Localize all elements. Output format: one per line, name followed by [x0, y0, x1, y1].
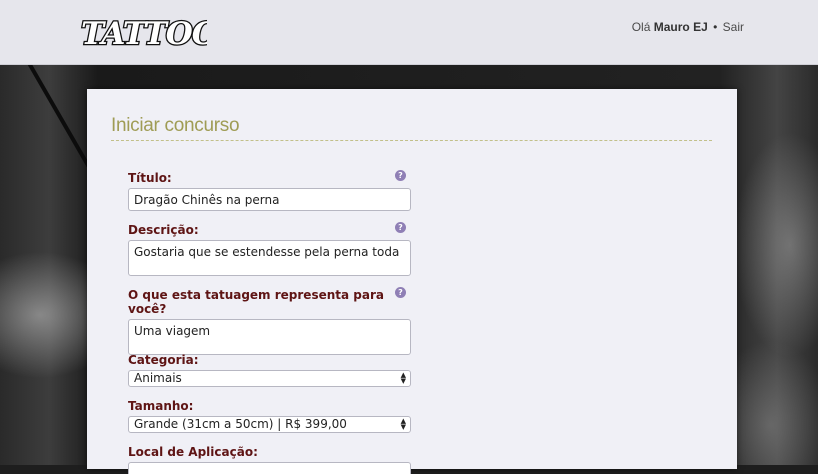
user-name[interactable]: Mauro EJ: [654, 20, 708, 34]
user-box: Olá Mauro EJ • Sair: [632, 20, 744, 34]
tamanho-select[interactable]: Grande (31cm a 50cm) | R$ 399,00 ▲ ▼: [128, 416, 411, 433]
svg-text:TATTOO: TATTOO: [81, 16, 207, 51]
logout-link[interactable]: Sair: [723, 20, 744, 34]
field-representa: O que esta tatuagem representa para você…: [128, 287, 411, 355]
categoria-selected-value: Animais: [134, 371, 182, 385]
top-bar: TATTOO Olá Mauro EJ • Sair: [0, 0, 818, 65]
categoria-select[interactable]: Animais ▲ ▼: [128, 370, 411, 387]
help-icon[interactable]: ?: [395, 222, 406, 233]
form-card: Iniciar concurso Título: ? Descrição: ? …: [87, 89, 737, 474]
field-descricao: Descrição: ? Gostaria que se estendesse …: [128, 222, 411, 276]
help-icon[interactable]: ?: [395, 170, 406, 181]
field-categoria: Categoria: Animais ▲ ▼: [128, 353, 411, 387]
tattoo-logo[interactable]: TATTOO: [79, 13, 207, 51]
descricao-label: Descrição:: [128, 223, 199, 237]
categoria-label: Categoria:: [128, 353, 199, 367]
tamanho-label: Tamanho:: [128, 399, 194, 413]
field-titulo: Título: ?: [128, 170, 411, 211]
page-title: Iniciar concurso: [111, 115, 712, 141]
greeting-text: Olá: [631, 20, 651, 34]
representa-textarea[interactable]: Uma viagem: [128, 319, 411, 355]
local-label: Local de Aplicação:: [128, 445, 258, 459]
select-arrows-icon: ▲ ▼: [400, 371, 406, 385]
tamanho-selected-value: Grande (31cm a 50cm) | R$ 399,00: [134, 417, 347, 431]
representa-label: O que esta tatuagem representa para você…: [128, 288, 384, 316]
local-input[interactable]: [128, 462, 411, 474]
descricao-textarea[interactable]: Gostaria que se estendesse pela perna to…: [128, 240, 411, 276]
select-arrows-icon: ▲ ▼: [400, 417, 406, 431]
help-icon[interactable]: ?: [395, 287, 406, 298]
titulo-input[interactable]: [128, 188, 411, 211]
field-local: Local de Aplicação:: [128, 445, 411, 474]
field-tamanho: Tamanho: Grande (31cm a 50cm) | R$ 399,0…: [128, 399, 411, 433]
titulo-label: Título:: [128, 171, 172, 185]
separator: •: [713, 20, 718, 34]
